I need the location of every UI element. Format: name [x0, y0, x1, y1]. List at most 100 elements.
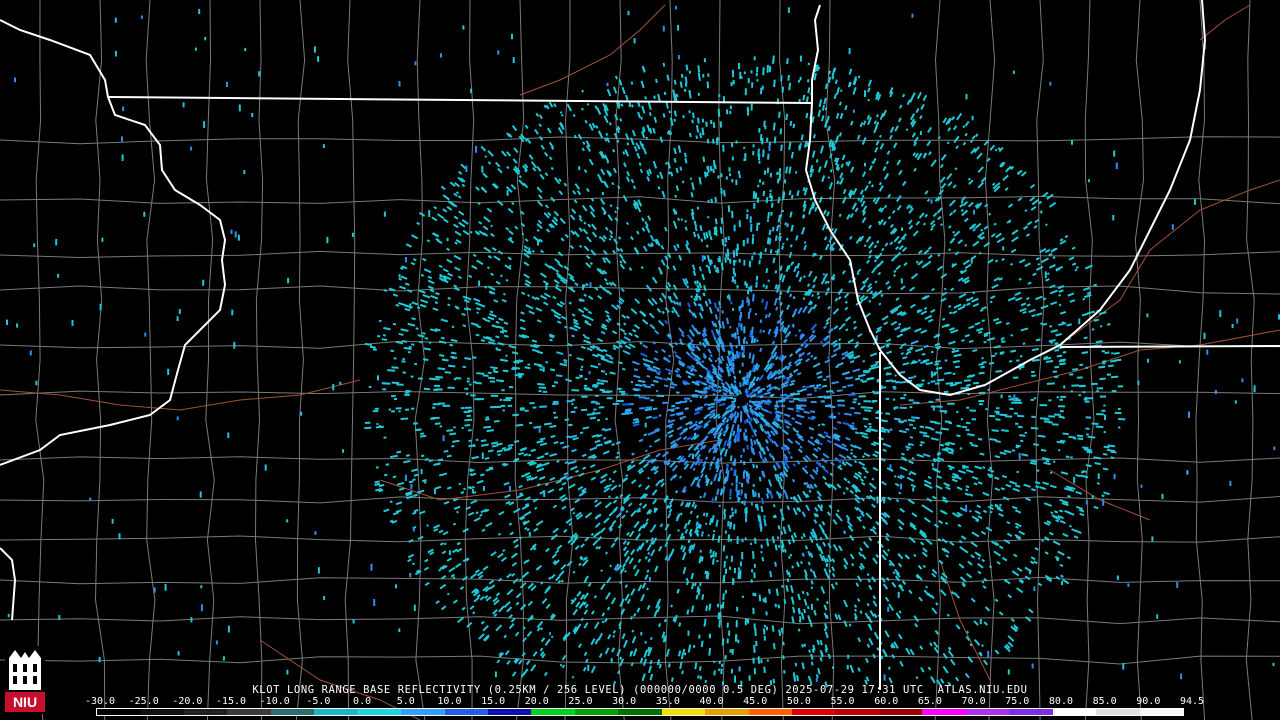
echo-pixel: [1030, 398, 1035, 401]
echo-pixel: [552, 400, 559, 403]
echo-pixel: [676, 391, 680, 394]
echo-pixel: [739, 572, 742, 579]
echo-pixel: [378, 425, 382, 428]
echo-pixel: [966, 406, 970, 409]
echo-pixel: [1101, 409, 1106, 412]
echo-pixel: [404, 393, 410, 396]
echo-pixel: [553, 381, 559, 384]
echo-pixel: [731, 648, 734, 655]
echo-pixel: [746, 213, 749, 220]
echo-pixel: [895, 406, 899, 409]
echo-pixel: [732, 259, 736, 266]
echo-pixel: [886, 372, 889, 375]
echo-pixel: [1099, 395, 1107, 398]
echo-pixel: [1059, 410, 1064, 413]
echo-pixel: [740, 75, 743, 79]
echo-pixel: [885, 397, 890, 400]
echo-pixel: [820, 400, 825, 403]
echo-pixel: [720, 173, 723, 178]
echo-pixel: [376, 423, 379, 426]
echo-pixel: [747, 479, 750, 484]
echo-pixel: [731, 178, 734, 183]
echo-pixel: [718, 94, 721, 98]
echo-pixel: [724, 530, 727, 534]
echo-pixel: [750, 103, 753, 111]
echo-pixel: [598, 406, 605, 409]
echo-pixel: [818, 395, 826, 399]
echo-pixel: [485, 416, 489, 419]
echo-pixel: [605, 417, 608, 421]
echo-pixel: [763, 170, 767, 175]
echo-pixel: [1071, 384, 1080, 387]
echo-pixel: [725, 109, 729, 115]
echo-pixel: [746, 290, 750, 295]
echo-pixel: [967, 393, 970, 396]
echo-pixel: [738, 497, 741, 501]
echo-pixel: [705, 395, 708, 398]
echo-pixel: [965, 386, 970, 389]
echo-pixel: [713, 660, 716, 663]
echo-pixel: [1048, 415, 1056, 418]
echo-pixel: [528, 421, 533, 425]
echo-pixel: [724, 589, 727, 594]
echo-pixel: [730, 81, 733, 87]
echo-pixel: [741, 345, 744, 351]
echo-pixel: [466, 414, 472, 417]
echo-pixel: [757, 184, 760, 188]
echo-pixel: [729, 110, 732, 115]
echo-pixel: [432, 403, 441, 406]
echo-pixel: [799, 399, 808, 402]
echo-pixel: [736, 285, 739, 289]
echo-pixel: [754, 192, 758, 200]
echo-pixel: [1059, 398, 1064, 401]
echo-pixel: [391, 410, 395, 413]
echo-pixel: [736, 490, 739, 498]
echo-pixel: [749, 308, 752, 313]
echo-pixel: [1111, 352, 1114, 355]
echo-pixel: [364, 421, 371, 424]
echo-pixel: [894, 374, 897, 377]
echo-pixel: [743, 461, 746, 466]
echo-pixel: [734, 509, 737, 514]
echo-pixel: [707, 534, 710, 537]
echo-pixel: [837, 412, 841, 415]
echo-pixel: [432, 406, 436, 409]
echo-pixel: [781, 209, 784, 213]
echo-pixel: [731, 307, 735, 312]
echo-pixel: [740, 489, 743, 494]
echo-pixel: [744, 88, 747, 96]
echo-pixel: [750, 501, 754, 506]
echo-pixel: [742, 345, 746, 354]
echo-pixel: [936, 405, 943, 408]
echo-pixel: [752, 607, 755, 615]
echo-pixel: [740, 493, 743, 496]
echo-pixel: [466, 392, 469, 395]
echo-pixel: [1096, 390, 1099, 393]
echo-pixel: [752, 592, 755, 597]
echo-pixel: [956, 411, 959, 414]
echo-pixel: [713, 529, 716, 533]
echo-pixel: [464, 387, 469, 390]
echo-pixel: [1033, 397, 1037, 400]
echo-pixel: [460, 407, 465, 410]
echo-pixel: [1054, 375, 1059, 379]
echo-pixel: [764, 400, 772, 403]
echo-pixel: [797, 79, 801, 83]
echo-pixel: [978, 403, 984, 406]
echo-pixel: [1087, 397, 1094, 400]
echo-pixel: [912, 401, 918, 404]
echo-pixel: [704, 679, 707, 683]
echo-pixel: [810, 401, 817, 404]
echo-pixel: [1111, 389, 1117, 393]
echo-pixel: [737, 639, 740, 644]
echo-pixel: [738, 174, 741, 179]
echo-pixel: [412, 422, 418, 425]
echo-pixel: [863, 400, 872, 403]
echo-pixel: [1084, 400, 1090, 403]
echo-pixel: [466, 380, 470, 383]
echo-pixel: [383, 436, 387, 439]
echo-pixel: [871, 400, 876, 403]
echo-pixel: [751, 255, 754, 261]
echo-pixel: [584, 377, 588, 381]
echo-pixel: [738, 666, 741, 672]
